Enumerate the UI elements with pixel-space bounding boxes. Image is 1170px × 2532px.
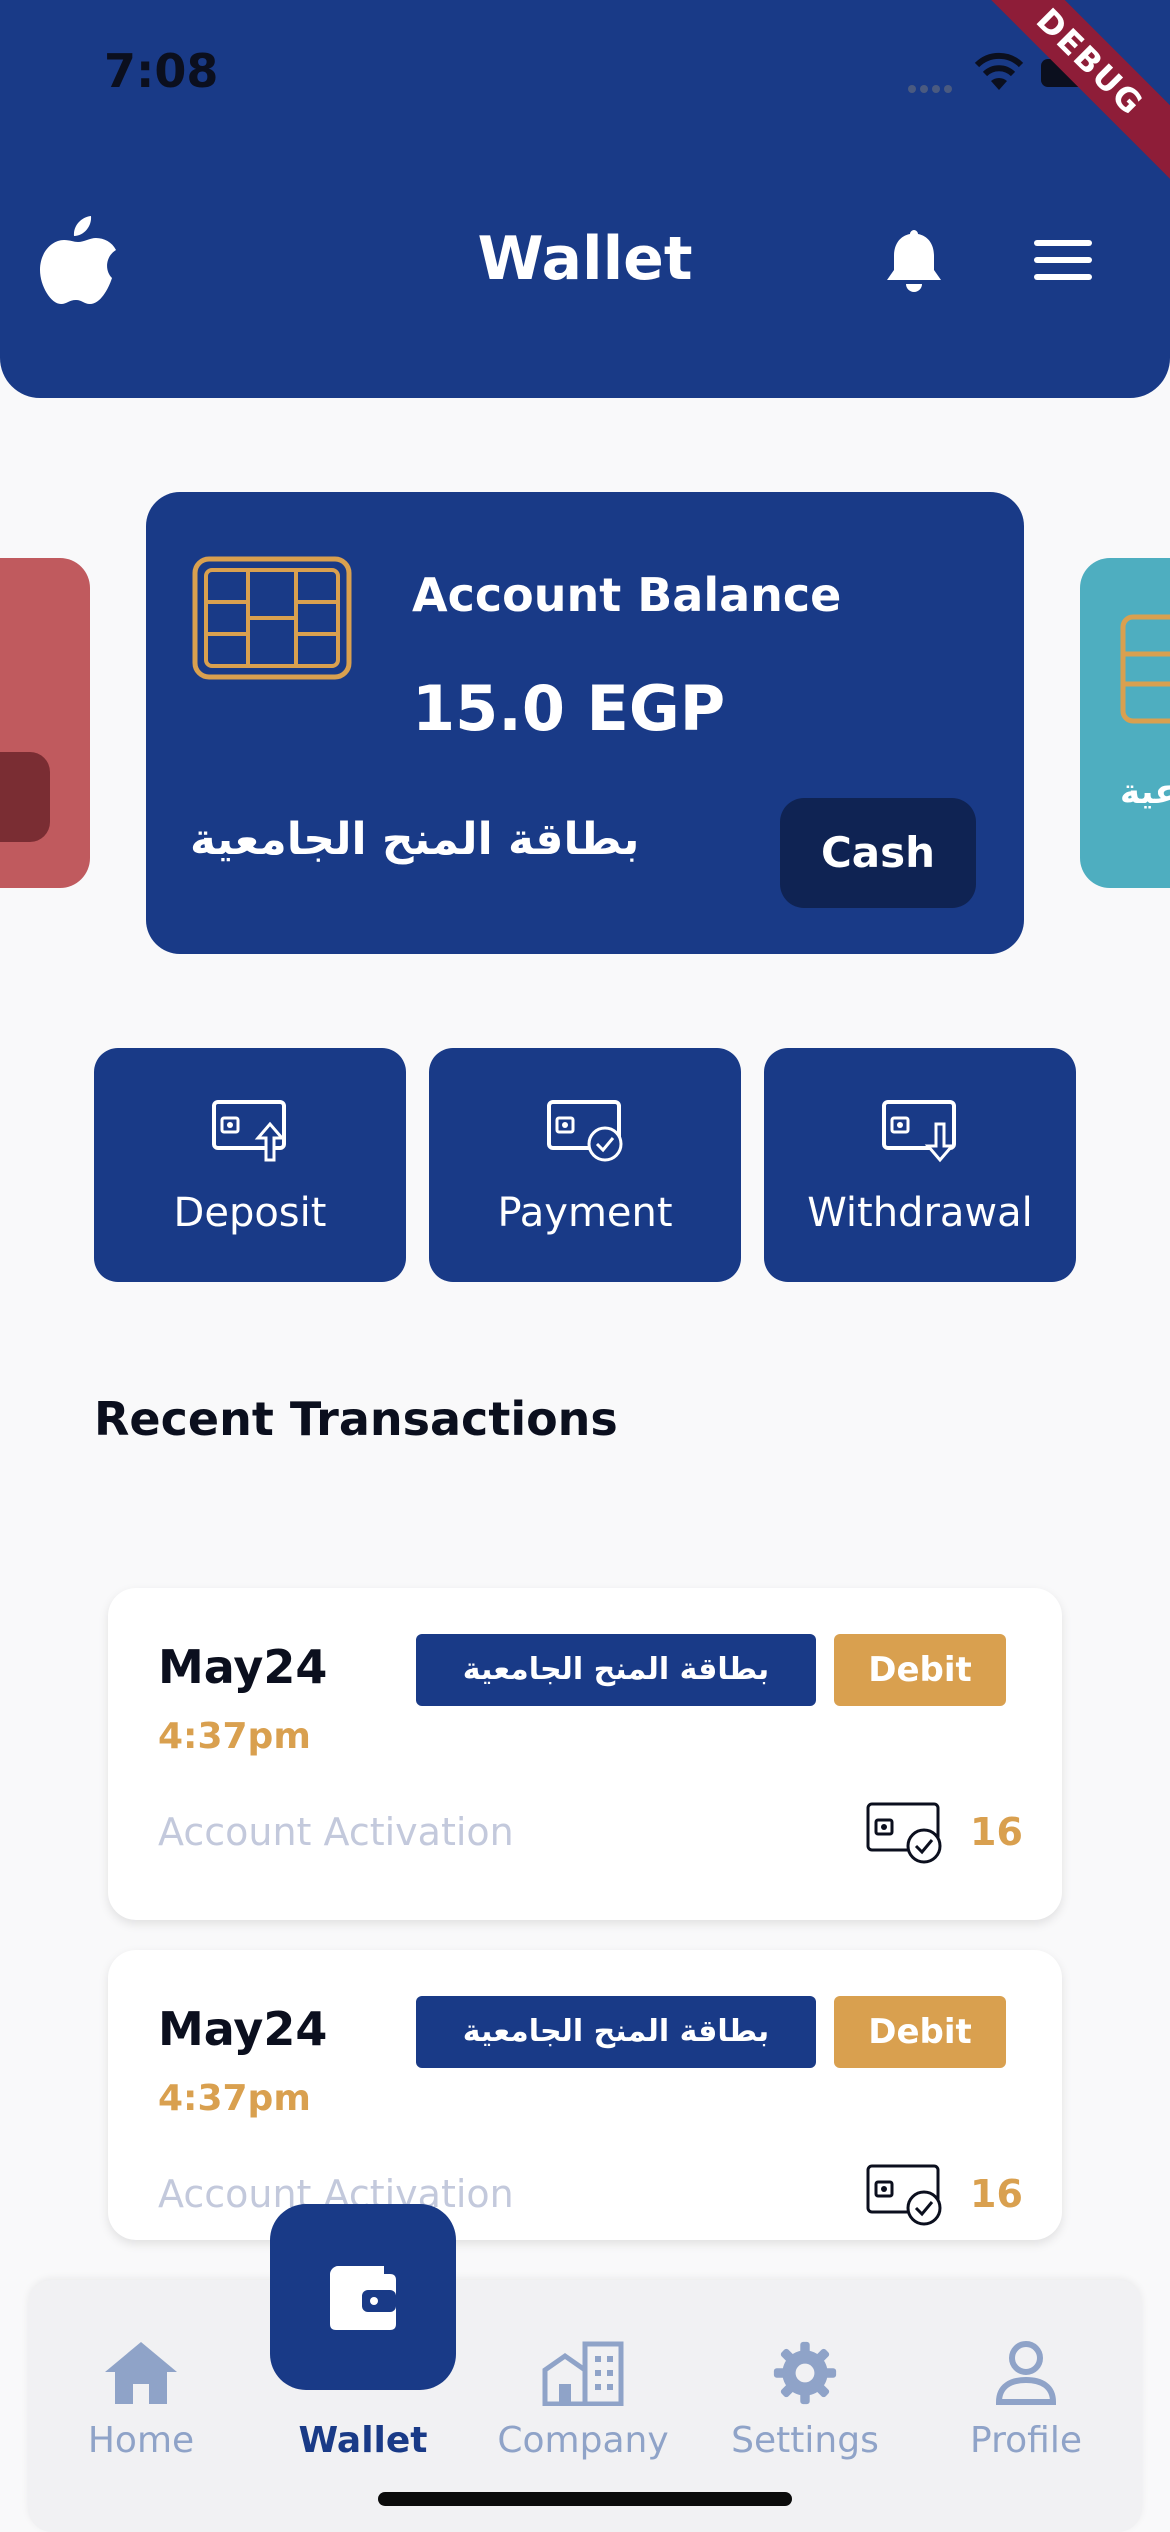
nav-company[interactable]: Company xyxy=(483,2340,683,2461)
menu-icon[interactable] xyxy=(1032,238,1094,282)
home-icon xyxy=(105,2342,177,2404)
wallet-icon xyxy=(330,2266,396,2330)
transaction-card-badge: بطاقة المنح الجامعية xyxy=(416,1634,816,1706)
nav-company-label: Company xyxy=(497,2420,669,2461)
status-time: 7:08 xyxy=(104,44,219,98)
nav-profile[interactable]: Profile xyxy=(926,2340,1126,2461)
profile-icon xyxy=(995,2341,1057,2405)
nav-wallet-label: Wallet xyxy=(298,2420,428,2461)
wifi-icon xyxy=(974,52,1024,90)
transaction-date: May24 xyxy=(158,2002,328,2056)
debug-ribbon: DEBUG xyxy=(965,0,1170,187)
cash-button[interactable]: Cash xyxy=(780,798,976,908)
account-balance-card[interactable]: Account Balance 15.0 EGP بطاقة المنح الج… xyxy=(146,492,1024,954)
nav-profile-label: Profile xyxy=(970,2420,1082,2461)
transaction-amount: 16 xyxy=(970,2172,1023,2216)
payment-label: Payment xyxy=(497,1190,673,1236)
balance-label: Account Balance xyxy=(412,568,842,622)
deposit-button[interactable]: Deposit xyxy=(94,1048,406,1282)
transaction-card-badge: بطاقة المنح الجامعية xyxy=(416,1996,816,2068)
card-payment-icon xyxy=(547,1100,623,1162)
transaction-card[interactable]: May24 4:37pm بطاقة المنح الجامعية Debit … xyxy=(108,1950,1062,2240)
transaction-type-badge: Debit xyxy=(834,1996,1006,2068)
transaction-amount: 16 xyxy=(970,1810,1023,1854)
gear-icon xyxy=(773,2341,837,2405)
recent-transactions-title: Recent Transactions xyxy=(94,1392,618,1446)
balance-value: 15.0 EGP xyxy=(412,672,726,745)
chip-icon xyxy=(192,556,352,680)
card-payment-icon xyxy=(866,1802,942,1864)
transaction-date: May24 xyxy=(158,1640,328,1694)
app-header: 7:08 DEBUG Wallet xyxy=(0,0,1170,398)
withdrawal-label: Withdrawal xyxy=(807,1190,1033,1236)
nav-settings-label: Settings xyxy=(731,2420,879,2461)
transaction-card[interactable]: May24 4:37pm بطاقة المنح الجامعية Debit … xyxy=(108,1588,1062,1920)
card-name: بطاقة المنح الجامعية xyxy=(190,814,640,865)
payment-button[interactable]: Payment xyxy=(429,1048,741,1282)
next-card[interactable]: عية xyxy=(1080,558,1170,888)
card-payment-icon xyxy=(866,2164,942,2226)
withdrawal-button[interactable]: Withdrawal xyxy=(764,1048,1076,1282)
transaction-description: Account Activation xyxy=(158,1810,514,1854)
company-icon xyxy=(542,2341,624,2407)
signal-icon xyxy=(908,78,962,93)
chip-icon xyxy=(1120,614,1170,724)
next-card-name: عية xyxy=(1120,772,1170,812)
transaction-type-badge: Debit xyxy=(834,1634,1006,1706)
wallet-tab-button[interactable] xyxy=(270,2204,456,2390)
bell-icon[interactable] xyxy=(884,226,944,296)
card-withdrawal-icon xyxy=(882,1100,956,1163)
previous-card[interactable] xyxy=(0,558,90,888)
home-indicator xyxy=(378,2492,792,2506)
transaction-time: 4:37pm xyxy=(158,1716,311,1757)
previous-card-button xyxy=(0,752,50,842)
page-title: Wallet xyxy=(477,224,693,294)
nav-home-label: Home xyxy=(87,2420,195,2461)
card-deposit-icon xyxy=(212,1100,286,1162)
deposit-label: Deposit xyxy=(173,1190,327,1236)
transaction-time: 4:37pm xyxy=(158,2078,311,2119)
nav-home[interactable]: Home xyxy=(41,2340,241,2461)
nav-settings[interactable]: Settings xyxy=(705,2340,905,2461)
